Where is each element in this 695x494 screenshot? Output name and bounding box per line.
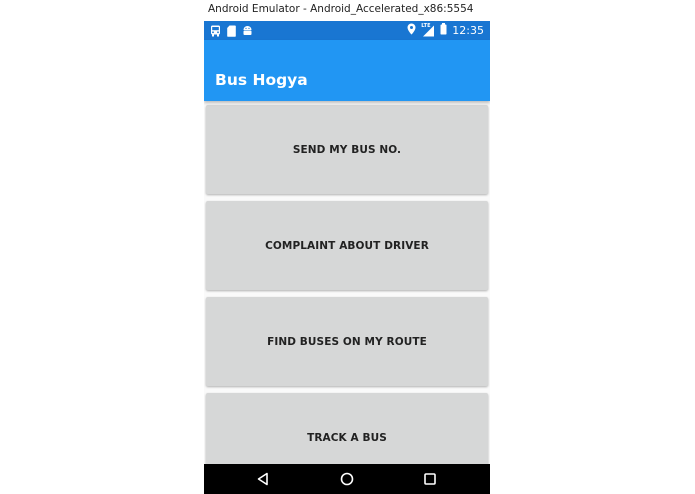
navigation-bar [204,464,490,494]
send-bus-number-button[interactable]: SEND MY BUS NO. [206,105,488,194]
find-buses-route-button[interactable]: FIND BUSES ON MY ROUTE [206,297,488,386]
status-bar: LTE 12:35 [204,21,490,40]
home-icon[interactable] [339,471,355,487]
battery-icon [440,23,447,38]
button-list: SEND MY BUS NO. COMPLAINT ABOUT DRIVER F… [204,101,490,482]
status-system-icons: LTE 12:35 [407,23,484,38]
phone-screen: LTE 12:35 Bus Hogya SEND MY BUS NO. COMP… [204,21,490,494]
status-clock: 12:35 [452,24,484,37]
back-icon[interactable] [255,471,271,487]
app-title: Bus Hogya [215,71,308,89]
emulator-window-title: Android Emulator - Android_Accelerated_x… [208,3,474,15]
complaint-driver-button[interactable]: COMPLAINT ABOUT DRIVER [206,201,488,290]
signal-icon: LTE [421,22,435,37]
app-toolbar: Bus Hogya [204,40,490,101]
recents-icon[interactable] [422,471,438,487]
location-icon [407,23,416,38]
network-type-label: LTE [421,22,431,29]
